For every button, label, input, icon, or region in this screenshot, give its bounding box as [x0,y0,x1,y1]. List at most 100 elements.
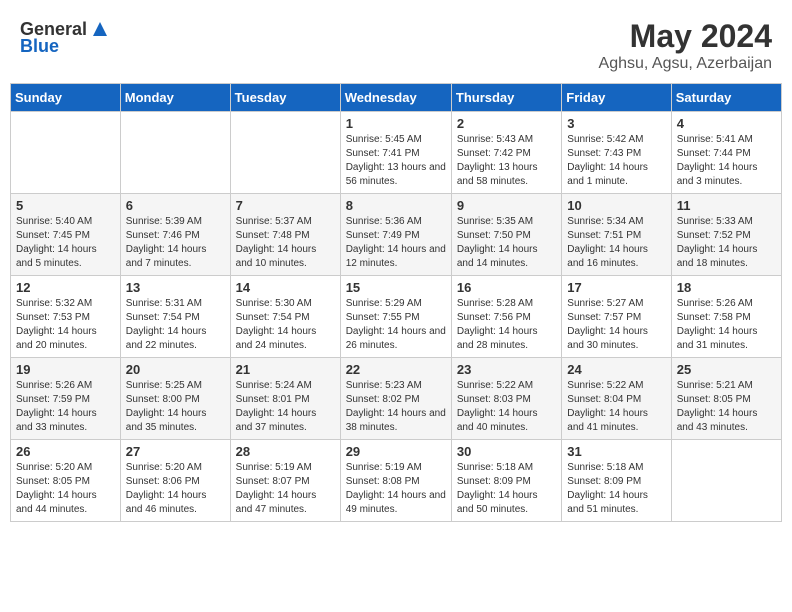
calendar-cell: 7Sunrise: 5:37 AMSunset: 7:48 PMDaylight… [230,194,340,276]
logo-icon [89,18,111,40]
day-info: Sunrise: 5:29 AMSunset: 7:55 PMDaylight:… [346,297,446,353]
header-thursday: Thursday [451,84,561,112]
day-number: 26 [16,444,115,459]
week-row-2: 12 Sunrise: 5:32 AMSunset: 7:53 PMDayligh… [11,276,782,358]
day-info: Sunrise: 5:41 AMSunset: 7:44 PMDaylight:… [677,133,776,189]
calendar-cell: 28 Sunrise: 5:19 AMSunset: 8:07 PMDayligh… [230,440,340,522]
day-number: 12 [16,280,115,295]
calendar-cell: 23Sunrise: 5:22 AMSunset: 8:03 PMDayligh… [451,358,561,440]
calendar-cell: 2 Sunrise: 5:43 AMSunset: 7:42 PMDaylight… [451,112,561,194]
day-info: Sunrise: 5:40 AMSunset: 7:45 PMDaylight:… [16,215,115,271]
header-wednesday: Wednesday [340,84,451,112]
day-number: 8 [346,198,446,213]
header-monday: Monday [120,84,230,112]
calendar-cell: 30 Sunrise: 5:18 AMSunset: 8:09 PMDayligh… [451,440,561,522]
header: General Blue May 2024 Aghsu, Agsu, Azerb… [10,10,782,79]
calendar-cell [120,112,230,194]
day-number: 11 [677,198,776,213]
calendar-cell: 3Sunrise: 5:42 AMSunset: 7:43 PMDaylight… [562,112,671,194]
day-info: Sunrise: 5:42 AMSunset: 7:43 PMDaylight:… [567,133,665,189]
day-info: Sunrise: 5:26 AMSunset: 7:58 PMDaylight:… [677,297,776,353]
calendar: SundayMondayTuesdayWednesdayThursdayFrid… [10,83,782,522]
calendar-cell: 6 Sunrise: 5:39 AMSunset: 7:46 PMDaylight… [120,194,230,276]
calendar-cell [230,112,340,194]
calendar-cell: 21Sunrise: 5:24 AMSunset: 8:01 PMDayligh… [230,358,340,440]
main-title: May 2024 [599,18,772,55]
week-row-1: 5 Sunrise: 5:40 AMSunset: 7:45 PMDaylight… [11,194,782,276]
day-info: Sunrise: 5:31 AMSunset: 7:54 PMDaylight:… [126,297,225,353]
day-number: 15 [346,280,446,295]
day-info: Sunrise: 5:18 AMSunset: 8:09 PMDaylight:… [457,461,556,517]
day-number: 5 [16,198,115,213]
calendar-cell: 15 Sunrise: 5:29 AMSunset: 7:55 PMDayligh… [340,276,451,358]
calendar-cell: 8Sunrise: 5:36 AMSunset: 7:49 PMDaylight… [340,194,451,276]
calendar-cell: 1Sunrise: 5:45 AMSunset: 7:41 PMDaylight… [340,112,451,194]
day-number: 2 [457,116,556,131]
day-number: 31 [567,444,665,459]
day-info: Sunrise: 5:28 AMSunset: 7:56 PMDaylight:… [457,297,556,353]
day-info: Sunrise: 5:45 AMSunset: 7:41 PMDaylight:… [346,133,446,189]
day-number: 7 [236,198,335,213]
calendar-cell: 11 Sunrise: 5:33 AMSunset: 7:52 PMDayligh… [671,194,781,276]
calendar-cell: 20Sunrise: 5:25 AMSunset: 8:00 PMDayligh… [120,358,230,440]
day-number: 25 [677,362,776,377]
day-number: 6 [126,198,225,213]
calendar-cell: 17Sunrise: 5:27 AMSunset: 7:57 PMDayligh… [562,276,671,358]
day-number: 9 [457,198,556,213]
day-number: 22 [346,362,446,377]
week-row-4: 26 Sunrise: 5:20 AMSunset: 8:05 PMDayligh… [11,440,782,522]
day-info: Sunrise: 5:19 AMSunset: 8:08 PMDaylight:… [346,461,446,517]
day-info: Sunrise: 5:32 AMSunset: 7:53 PMDaylight:… [16,297,115,353]
calendar-cell: 22 Sunrise: 5:23 AMSunset: 8:02 PMDayligh… [340,358,451,440]
day-info: Sunrise: 5:25 AMSunset: 8:00 PMDaylight:… [126,379,225,435]
day-info: Sunrise: 5:22 AMSunset: 8:03 PMDaylight:… [457,379,556,435]
day-number: 30 [457,444,556,459]
title-block: May 2024 Aghsu, Agsu, Azerbaijan [599,18,772,73]
subtitle: Aghsu, Agsu, Azerbaijan [599,55,772,73]
day-info: Sunrise: 5:20 AMSunset: 8:06 PMDaylight:… [126,461,225,517]
day-info: Sunrise: 5:43 AMSunset: 7:42 PMDaylight:… [457,133,556,189]
calendar-cell: 24 Sunrise: 5:22 AMSunset: 8:04 PMDayligh… [562,358,671,440]
day-info: Sunrise: 5:19 AMSunset: 8:07 PMDaylight:… [236,461,335,517]
day-number: 19 [16,362,115,377]
calendar-cell: 26 Sunrise: 5:20 AMSunset: 8:05 PMDayligh… [11,440,121,522]
day-number: 13 [126,280,225,295]
header-tuesday: Tuesday [230,84,340,112]
calendar-cell: 14 Sunrise: 5:30 AMSunset: 7:54 PMDayligh… [230,276,340,358]
day-info: Sunrise: 5:30 AMSunset: 7:54 PMDaylight:… [236,297,335,353]
day-info: Sunrise: 5:22 AMSunset: 8:04 PMDaylight:… [567,379,665,435]
calendar-cell: 31 Sunrise: 5:18 AMSunset: 8:09 PMDayligh… [562,440,671,522]
calendar-cell: 25 Sunrise: 5:21 AMSunset: 8:05 PMDayligh… [671,358,781,440]
day-number: 27 [126,444,225,459]
calendar-cell: 13 Sunrise: 5:31 AMSunset: 7:54 PMDayligh… [120,276,230,358]
header-saturday: Saturday [671,84,781,112]
calendar-header-row: SundayMondayTuesdayWednesdayThursdayFrid… [11,84,782,112]
calendar-cell: 18 Sunrise: 5:26 AMSunset: 7:58 PMDayligh… [671,276,781,358]
calendar-cell: 16 Sunrise: 5:28 AMSunset: 7:56 PMDayligh… [451,276,561,358]
calendar-cell: 9 Sunrise: 5:35 AMSunset: 7:50 PMDaylight… [451,194,561,276]
header-sunday: Sunday [11,84,121,112]
logo-block: General Blue [20,18,111,57]
calendar-cell: 10Sunrise: 5:34 AMSunset: 7:51 PMDayligh… [562,194,671,276]
day-info: Sunrise: 5:34 AMSunset: 7:51 PMDaylight:… [567,215,665,271]
week-row-0: 1Sunrise: 5:45 AMSunset: 7:41 PMDaylight… [11,112,782,194]
day-number: 14 [236,280,335,295]
day-number: 18 [677,280,776,295]
day-number: 29 [346,444,446,459]
week-row-3: 19 Sunrise: 5:26 AMSunset: 7:59 PMDayligh… [11,358,782,440]
day-info: Sunrise: 5:18 AMSunset: 8:09 PMDaylight:… [567,461,665,517]
calendar-cell: 29 Sunrise: 5:19 AMSunset: 8:08 PMDayligh… [340,440,451,522]
day-number: 28 [236,444,335,459]
day-info: Sunrise: 5:21 AMSunset: 8:05 PMDaylight:… [677,379,776,435]
logo: General Blue [20,18,111,57]
day-number: 16 [457,280,556,295]
day-info: Sunrise: 5:26 AMSunset: 7:59 PMDaylight:… [16,379,115,435]
day-info: Sunrise: 5:35 AMSunset: 7:50 PMDaylight:… [457,215,556,271]
day-info: Sunrise: 5:33 AMSunset: 7:52 PMDaylight:… [677,215,776,271]
day-info: Sunrise: 5:27 AMSunset: 7:57 PMDaylight:… [567,297,665,353]
day-number: 24 [567,362,665,377]
day-info: Sunrise: 5:39 AMSunset: 7:46 PMDaylight:… [126,215,225,271]
calendar-cell: 5 Sunrise: 5:40 AMSunset: 7:45 PMDaylight… [11,194,121,276]
day-info: Sunrise: 5:23 AMSunset: 8:02 PMDaylight:… [346,379,446,435]
day-info: Sunrise: 5:20 AMSunset: 8:05 PMDaylight:… [16,461,115,517]
